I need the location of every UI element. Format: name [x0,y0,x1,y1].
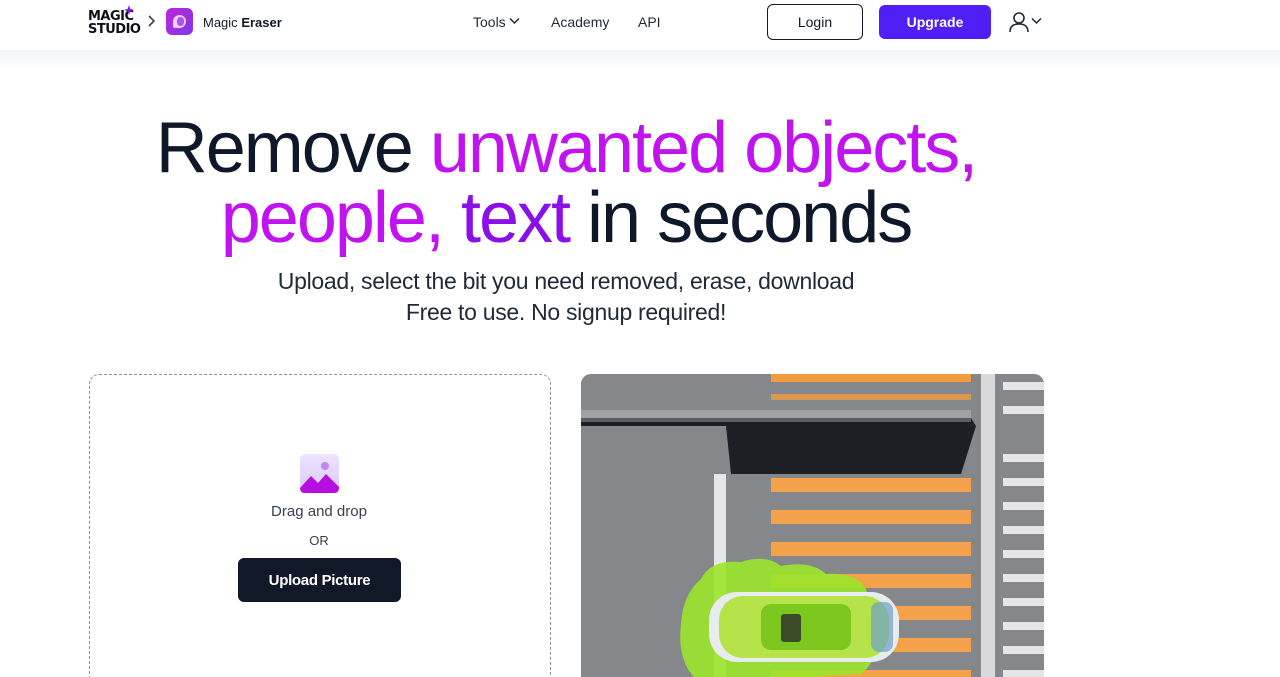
chevron-down-icon[interactable] [509,17,520,25]
hero-title-text: text [460,178,571,258]
sparkle-icon [124,5,134,15]
image-icon [300,454,339,493]
nav-api[interactable]: API [638,14,661,30]
nav-tools[interactable]: Tools [473,14,506,30]
upload-dropzone[interactable] [89,374,551,677]
nav-academy[interactable]: Academy [551,14,609,30]
magic-studio-logo[interactable]: MAGIC STUDIO [88,5,141,40]
hero-title-in-seconds: in seconds [587,178,913,258]
top-nav-bar: MAGIC STUDIO Magic Eraser Tools Academy … [0,0,1280,50]
logo-line2: STUDIO [88,22,141,37]
hero-title-people: people, [220,178,445,258]
upload-picture-button[interactable]: Upload Picture [238,558,401,602]
upgrade-button[interactable]: Upgrade [879,5,991,39]
app-name-bold: Eraser [241,15,282,30]
aerial-street-illustration [581,374,1044,677]
hero-title-line2: people, text in seconds [0,182,1132,254]
or-divider-text: OR [309,533,329,548]
hero-title-line1: Remove unwanted objects, [0,112,1132,184]
login-button[interactable]: Login [767,4,863,40]
magic-eraser-app-icon[interactable] [166,8,193,35]
user-icon[interactable] [1008,11,1030,33]
chevron-right-icon [148,15,156,27]
hero-subtitle-free: Free to use. No signup required! [405,299,727,325]
drag-and-drop-text: Drag and drop [271,503,367,520]
hero-title-remove: Remove [155,108,414,188]
hero-subtitle: Upload, select the bit you need removed,… [277,268,855,294]
user-menu-chevron-down-icon[interactable] [1031,17,1042,25]
header-shadow [0,50,1280,72]
example-preview-image [581,374,1044,677]
hero-title-unwanted-objects: unwanted objects, [429,108,978,188]
app-name[interactable]: Magic Eraser [203,15,282,30]
app-name-regular: Magic [203,15,238,30]
